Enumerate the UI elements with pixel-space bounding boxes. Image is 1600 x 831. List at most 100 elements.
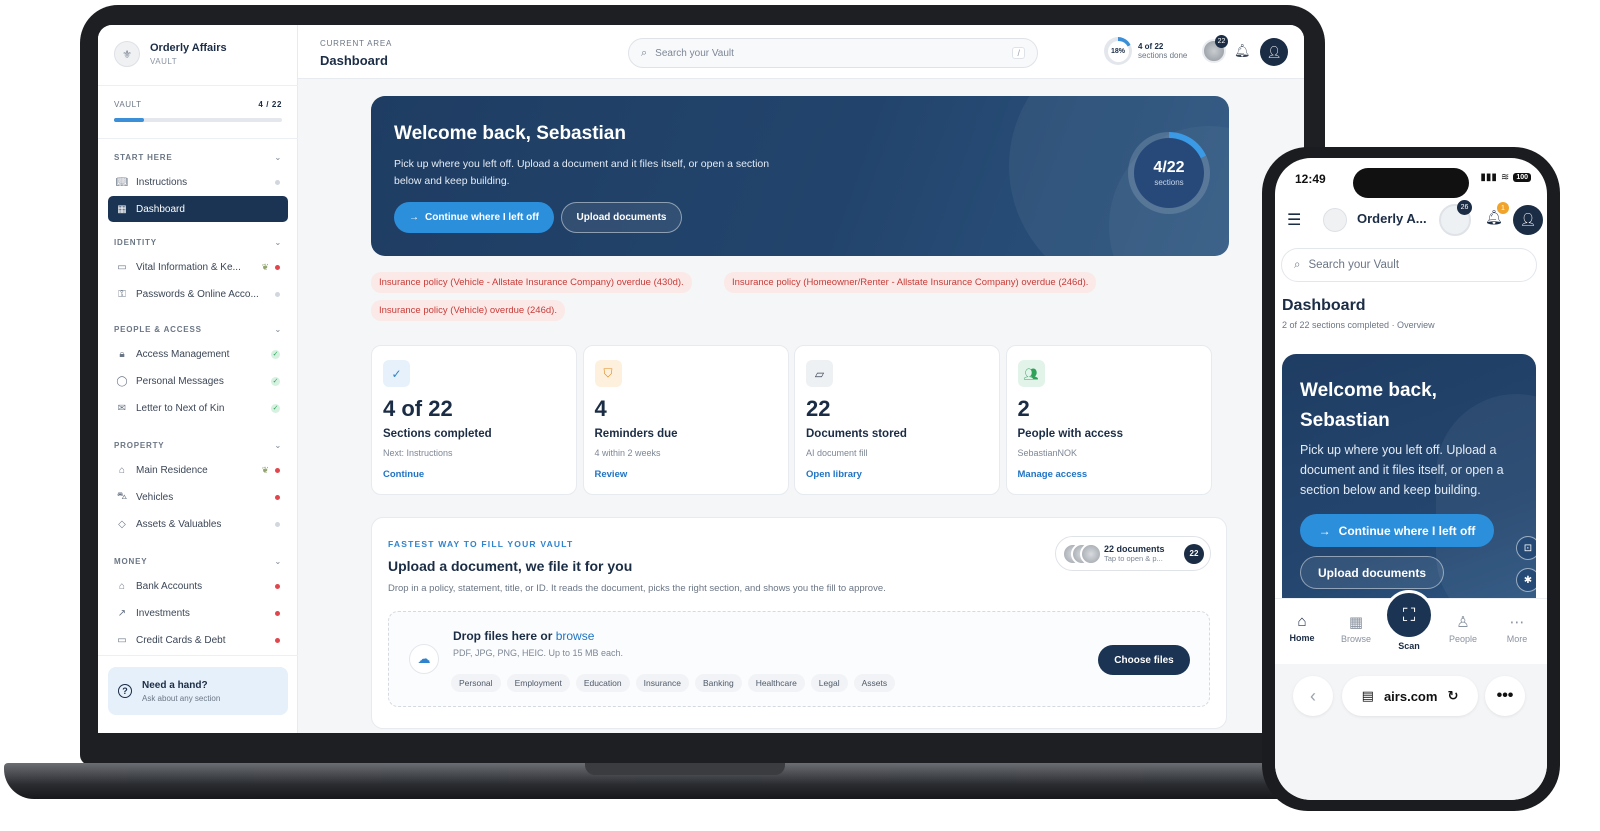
sidebar-item[interactable]: ▦ Dashboard <box>108 196 288 222</box>
url-bar[interactable]: ▤ airs.com ↻ <box>1342 676 1478 716</box>
vault-count: 4 / 22 <box>258 100 282 109</box>
brand-logo: ⚜ <box>114 41 140 67</box>
sidebar-group-header[interactable]: IDENTITY ⌄ <box>114 238 282 247</box>
sidebar-group-header[interactable]: START HERE ⌄ <box>114 153 282 162</box>
search-input[interactable]: ⌕ Search your Vault / <box>628 38 1038 68</box>
dropzone-text: Drop files here or <box>453 629 553 643</box>
brand[interactable]: ⚜ Orderly Affairs VAULT <box>114 41 227 67</box>
stat-label: Reminders due <box>594 428 678 440</box>
upload-subtitle: Drop in a policy, statement, title, or I… <box>388 583 886 594</box>
mail-icon: ✉ <box>117 402 127 414</box>
menu-icon[interactable]: ☰ <box>1287 210 1301 230</box>
category-tag[interactable]: Education <box>575 674 630 692</box>
sidebar-item[interactable]: ⌂ Bank Accounts <box>108 573 288 599</box>
category-tag[interactable]: Employment <box>506 674 570 692</box>
sidebar-item[interactable]: 🔒︎ Access Management ✓ <box>108 341 288 367</box>
continue-button[interactable]: → Continue where I left off <box>394 202 554 233</box>
sections-progress[interactable]: 18% 4 of 22 sections done <box>1104 37 1187 65</box>
sidebar-item[interactable]: ✉ Letter to Next of Kin ✓ <box>108 395 288 421</box>
stat-value: 4 <box>594 396 607 421</box>
overdue-alert[interactable]: Insurance policy (Vehicle) overdue (246d… <box>371 300 565 321</box>
category-tag[interactable]: Assets <box>853 674 896 692</box>
sparkle-icon[interactable]: ✱ <box>1516 568 1536 592</box>
nav-people[interactable]: ♙ People <box>1436 613 1490 644</box>
status-dot <box>275 291 280 297</box>
hero-title: Welcome back, Sebastian <box>1300 380 1437 431</box>
sidebar-item-label: Letter to Next of Kin <box>136 402 225 414</box>
user-avatar-button[interactable]: 👤︎ <box>1513 205 1543 235</box>
overdue-alert[interactable]: Insurance policy (Homeowner/Renter - All… <box>724 272 1097 293</box>
sidebar-item[interactable]: ▭ Credit Cards & Debt <box>108 627 288 653</box>
sidebar-item[interactable]: ▭ Vital Information & Ke... ❦ <box>108 254 288 280</box>
sidebar-group-header[interactable]: PROPERTY ⌄ <box>114 441 282 450</box>
category-tag[interactable]: Insurance <box>635 674 689 692</box>
dropzone[interactable]: ☁ Drop files here or browse PDF, JPG, PN… <box>388 611 1210 707</box>
phone-brand: Orderly A... <box>1357 211 1427 226</box>
vault-progress-fill <box>114 118 145 122</box>
help-card[interactable]: ? Need a hand? Ask about any section <box>108 667 288 715</box>
overdue-alert[interactable]: Insurance policy (Vehicle - Allstate Ins… <box>371 272 692 293</box>
dropzone-title: Drop files here or browse <box>453 629 594 643</box>
back-icon[interactable]: ‹ <box>1293 676 1333 716</box>
wifi-icon: ≋ <box>1500 172 1510 183</box>
sidebar-item[interactable]: ◯ Personal Messages ✓ <box>108 368 288 394</box>
sidebar-item-label: Investments <box>136 607 190 619</box>
more-options-icon[interactable]: ••• <box>1485 676 1525 716</box>
more-icon: ⋯ <box>1509 614 1525 631</box>
stat-card: ⛉ 4 Reminders due 4 within 2 weeks Revie… <box>582 345 789 495</box>
category-tag[interactable]: Personal <box>451 674 501 692</box>
page-title: Dashboard <box>320 53 388 68</box>
nav-browse[interactable]: ▦ Browse <box>1329 613 1383 644</box>
user-avatar-button[interactable]: 👤︎ <box>1260 38 1288 66</box>
nav-home[interactable]: ⌂ Home <box>1275 613 1329 643</box>
stat-link[interactable]: Open library <box>806 469 862 480</box>
sidebar-item[interactable]: ⌂ Main Residence ❦ <box>108 457 288 483</box>
stat-card: ✓ 4 of 22 Sections completed Next: Instr… <box>371 345 577 495</box>
help-sub: Ask about any section <box>142 693 221 703</box>
category-tag[interactable]: Healthcare <box>747 674 805 692</box>
status-dot <box>275 179 280 185</box>
shield-icon: ⛉ <box>594 360 622 387</box>
sidebar-group-header[interactable]: PEOPLE & ACCESS ⌄ <box>114 325 282 334</box>
upload-documents-button[interactable]: Upload documents <box>561 202 682 233</box>
search-input[interactable]: ⌕ Search your Vault <box>1281 248 1537 282</box>
sidebar-item-label: Credit Cards & Debt <box>136 634 226 646</box>
bell-icon[interactable]: 🔔︎ <box>1234 43 1251 59</box>
sidebar-item[interactable]: ⛍ Vehicles <box>108 484 288 510</box>
sidebar-item[interactable]: ↗ Investments <box>108 600 288 626</box>
quick-add-icon[interactable]: ⊡ <box>1516 536 1536 560</box>
hero-text: Pick up where you left off. Upload a doc… <box>1300 443 1504 497</box>
stat-link[interactable]: Review <box>595 469 628 480</box>
sidebar-item-label: Personal Messages <box>136 375 224 387</box>
nav-more[interactable]: ⋯ More <box>1490 613 1544 644</box>
category-tag[interactable]: Banking <box>694 674 742 692</box>
category-tag[interactable]: Legal <box>810 674 848 692</box>
status-dot <box>275 610 280 616</box>
upload-section: FASTEST WAY TO FILL YOUR VAULT Upload a … <box>371 517 1227 729</box>
stat-sub: AI document fill <box>806 448 868 458</box>
scan-button[interactable]: ⛶ <box>1384 590 1434 640</box>
message-icon: ◯ <box>116 375 128 387</box>
stat-link[interactable]: Manage access <box>1018 469 1088 480</box>
documents-pill[interactable]: 22 documents Tap to open & p... 22 <box>1055 536 1211 571</box>
stat-value: 4 of 22 <box>383 396 453 421</box>
sidebar-item-label: Access Management <box>136 348 230 360</box>
help-icon: ? <box>118 684 132 698</box>
continue-button[interactable]: → Continue where I left off <box>1300 514 1494 547</box>
search-shortcut: / <box>1012 47 1025 59</box>
sidebar-item[interactable]: 📖︎ Instructions <box>108 169 288 195</box>
key-icon: ⚿ <box>118 288 126 300</box>
browse-link[interactable]: browse <box>556 629 595 643</box>
sidebar-item[interactable]: ◇ Assets & Valuables <box>108 511 288 537</box>
sidebar-group-header[interactable]: MONEY ⌄ <box>114 557 282 566</box>
sidebar-item-label: Bank Accounts <box>136 580 203 592</box>
search-placeholder: Search your Vault <box>655 47 734 59</box>
ring-value: 4/22 <box>1153 159 1185 176</box>
chevron-down-icon: ⌄ <box>274 153 282 162</box>
sidebar-group-label: START HERE <box>114 153 173 162</box>
sidebar-item[interactable]: ⚿ Passwords & Online Acco... <box>108 281 288 307</box>
upload-documents-button[interactable]: Upload documents <box>1300 556 1444 589</box>
stat-link[interactable]: Continue <box>383 469 424 480</box>
vault-label: VAULT <box>114 100 142 109</box>
choose-files-button[interactable]: Choose files <box>1098 645 1190 675</box>
